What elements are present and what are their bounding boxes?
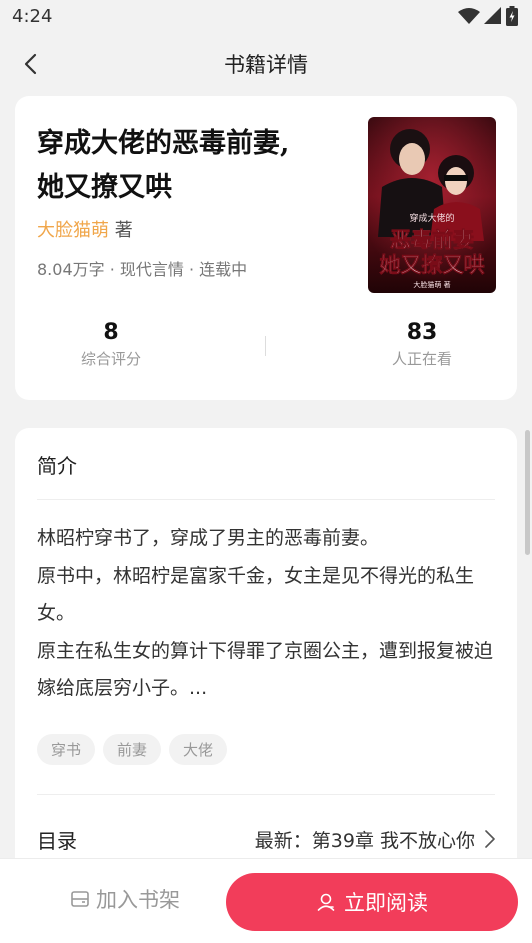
toc-divider bbox=[37, 794, 495, 795]
reader-icon bbox=[317, 893, 335, 911]
intro-card: 简介 林昭柠穿书了，穿成了男主的恶毒前妻。 原书中，林昭柠是富家千金，女主是见不… bbox=[15, 428, 517, 858]
tag[interactable]: 大佬 bbox=[169, 734, 228, 765]
intro-heading: 简介 bbox=[37, 454, 77, 478]
intro-paragraph: 原主在私生女的算计下得罪了京圈公主，遭到报复被迫嫁给底层穷小子。... bbox=[37, 639, 494, 700]
table-of-contents-row[interactable]: 目录 最新：第39章 我不放心你 bbox=[37, 822, 495, 856]
signal-icon bbox=[484, 7, 501, 24]
read-now-label: 立即阅读 bbox=[344, 891, 428, 915]
reading-label: 人正在看 bbox=[391, 350, 452, 368]
add-to-shelf-button[interactable]: 加入书架 bbox=[40, 871, 210, 927]
cover-title-line-2: 她又撩又哄 bbox=[380, 252, 485, 277]
author-line: 大脸猫萌 著 bbox=[37, 216, 133, 242]
scrollbar-thumb[interactable] bbox=[525, 430, 530, 555]
book-title-line-2: 她又撩又哄 bbox=[37, 172, 172, 203]
book-info-card: 穿成大佬的恶毒前妻, 她又撩又哄 大脸猫萌 著 8.04万字 · 现代言情 · … bbox=[15, 96, 517, 400]
bookshelf-icon bbox=[71, 891, 89, 907]
intro-text[interactable]: 林昭柠穿书了，穿成了男主的恶毒前妻。 原书中，林昭柠是富家千金，女主是见不得光的… bbox=[37, 520, 497, 708]
toc-latest-chapter: 最新：第39章 我不放心你 bbox=[254, 829, 475, 852]
cover-subtitle: 穿成大佬的 bbox=[409, 212, 454, 224]
back-arrow-icon bbox=[24, 53, 37, 75]
back-button[interactable] bbox=[14, 48, 46, 80]
book-cover[interactable]: 穿成大佬的 恶毒前妻 她又撩又哄 大脸猫萌 著 bbox=[368, 117, 496, 293]
toc-label: 目录 bbox=[37, 828, 77, 853]
score-value: 8 bbox=[103, 320, 119, 345]
reading-value: 83 bbox=[406, 320, 438, 345]
toc-latest: 最新：第39章 我不放心你 bbox=[255, 826, 495, 853]
add-to-shelf-label: 加入书架 bbox=[96, 888, 180, 912]
status-icons bbox=[458, 6, 518, 26]
intro-divider bbox=[37, 499, 495, 500]
chevron-right-icon bbox=[485, 830, 495, 848]
intro-paragraph: 原书中，林昭柠是富家千金，女主是见不得光的私生女。 bbox=[37, 564, 475, 625]
author-suffix: 著 bbox=[114, 220, 133, 241]
score-label: 综合评分 bbox=[80, 350, 141, 368]
cover-title-line-1: 恶毒前妻 bbox=[390, 227, 474, 252]
book-title-line-1: 穿成大佬的恶毒前妻, bbox=[37, 128, 290, 159]
author-name[interactable]: 大脸猫萌 bbox=[37, 220, 109, 241]
wifi-icon bbox=[458, 8, 480, 24]
page-title: 书籍详情 bbox=[224, 53, 308, 77]
stat-divider bbox=[265, 336, 266, 356]
nav-bar: 书籍详情 bbox=[0, 40, 532, 88]
reading-stat: 83 人正在看 bbox=[322, 320, 522, 369]
book-meta: 8.04万字 · 现代言情 · 连载中 bbox=[37, 260, 248, 279]
tag-list: 穿书 前妻 大佬 bbox=[37, 734, 228, 765]
battery-icon bbox=[506, 6, 518, 26]
score-stat: 8 综合评分 bbox=[11, 320, 211, 369]
status-time: 4:24 bbox=[12, 5, 53, 27]
bottom-action-bar: 加入书架 立即阅读 bbox=[0, 858, 532, 943]
tag[interactable]: 前妻 bbox=[103, 734, 162, 765]
intro-paragraph: 林昭柠穿书了，穿成了男主的恶毒前妻。 bbox=[37, 527, 380, 549]
cover-author: 大脸猫萌 著 bbox=[413, 280, 450, 289]
tag[interactable]: 穿书 bbox=[37, 734, 96, 765]
book-title: 穿成大佬的恶毒前妻, 她又撩又哄 bbox=[37, 122, 337, 210]
read-now-button[interactable]: 立即阅读 bbox=[226, 873, 518, 931]
status-bar: 4:24 bbox=[0, 0, 532, 32]
book-cover-art: 穿成大佬的 恶毒前妻 她又撩又哄 大脸猫萌 著 bbox=[368, 117, 496, 293]
